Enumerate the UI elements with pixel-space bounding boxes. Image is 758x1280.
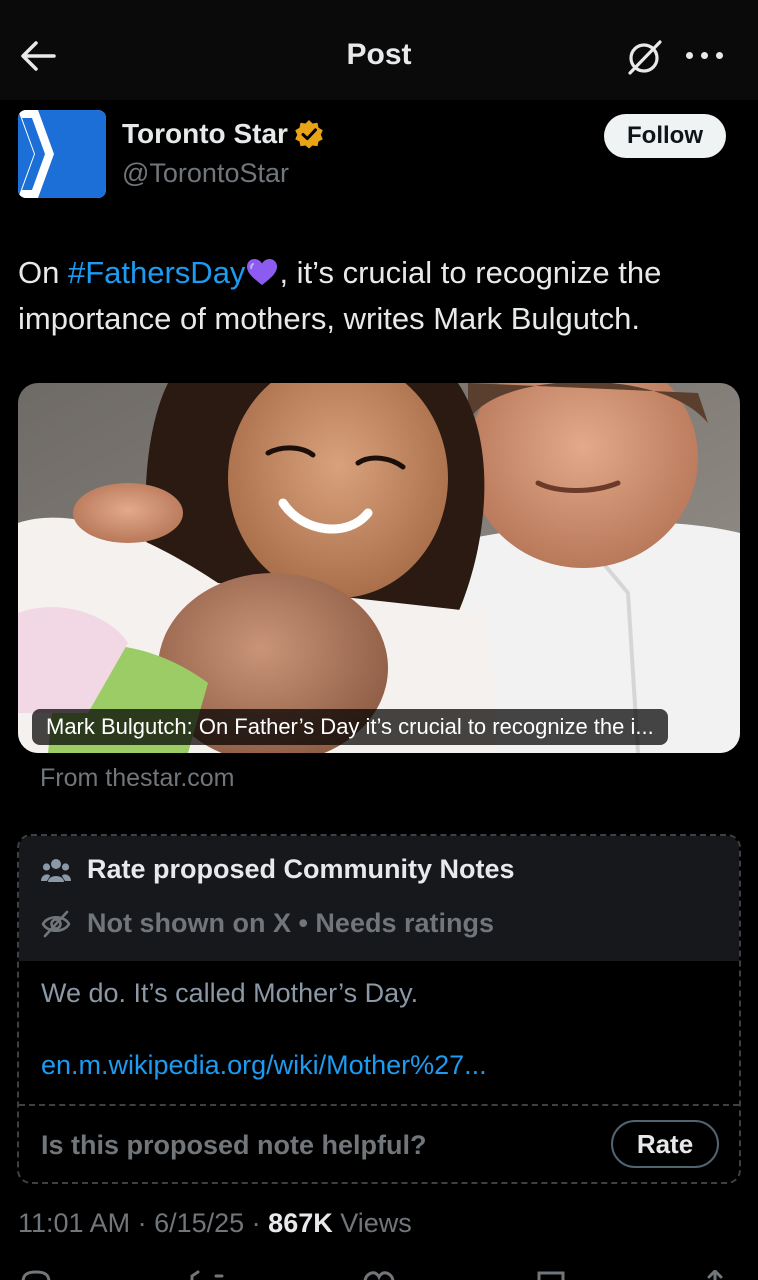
community-notes-title-row[interactable]: Rate proposed Community Notes [41,854,515,885]
author-name[interactable]: Toronto Star [122,118,288,150]
views-label: Views [340,1208,412,1238]
author-name-row: Toronto Star [122,118,324,150]
eye-slash-icon [41,910,71,937]
rate-button[interactable]: Rate [611,1120,719,1168]
verified-badge-icon [295,120,323,149]
tweet-text-prefix: On [18,255,68,290]
like-icon[interactable] [362,1270,396,1280]
action-bar [0,1262,758,1280]
tweet-text: On #FathersDay, it’s crucial to recogniz… [18,250,743,342]
views-count: 867K [268,1208,333,1238]
author-handle[interactable]: @TorontoStar [122,158,289,189]
avatar[interactable] [18,110,106,198]
community-notes-status: Not shown on X • Needs ratings [87,908,494,938]
hashtag-link[interactable]: #FathersDay [68,255,245,290]
follow-button[interactable]: Follow [604,114,726,158]
bookmark-icon[interactable] [536,1270,566,1280]
purple-heart-icon [247,259,278,285]
community-notes-title: Rate proposed Community Notes [87,854,515,884]
notes-divider [19,1104,739,1106]
people-icon [41,858,71,882]
community-notes-panel: Rate proposed Community Notes Not shown … [17,834,741,1184]
post-meta: 11:01 AM · 6/15/25 · 867K Views [18,1208,412,1238]
note-source-link[interactable]: en.m.wikipedia.org/wiki/Mother%27... [41,1050,487,1081]
more-icon[interactable] [684,40,726,70]
card-source-link[interactable]: From thestar.com [40,764,235,793]
top-bar: Post [0,0,758,100]
card-caption: Mark Bulgutch: On Father’s Day it’s cruc… [32,709,668,745]
repost-icon[interactable] [188,1270,224,1280]
community-notes-status-row: Not shown on X • Needs ratings [41,908,494,939]
grok-icon[interactable] [624,36,666,78]
post-screen: Post Toronto Star @TorontoStar Follow On… [0,0,758,1280]
link-card[interactable]: Mark Bulgutch: On Father’s Day it’s cruc… [18,383,740,753]
helpful-question: Is this proposed note helpful? [41,1130,427,1160]
reply-icon[interactable] [20,1270,52,1280]
post-date[interactable]: 6/15/25 [154,1208,244,1238]
post-time[interactable]: 11:01 AM [18,1208,130,1238]
article-photo [18,383,740,753]
note-text: We do. It’s called Mother’s Day. [41,978,419,1008]
share-icon[interactable] [700,1270,730,1280]
